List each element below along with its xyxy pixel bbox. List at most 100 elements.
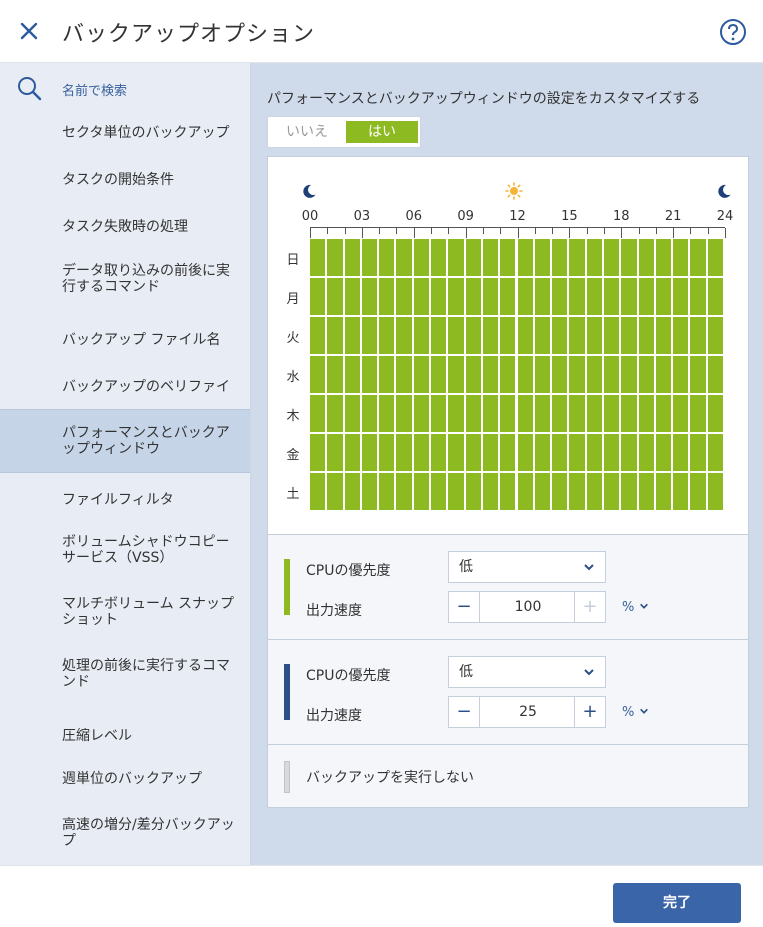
schedule-cell[interactable] — [431, 239, 447, 276]
schedule-cell[interactable] — [310, 473, 326, 510]
schedule-cell[interactable] — [552, 395, 568, 432]
schedule-cell[interactable] — [638, 239, 654, 276]
schedule-cell[interactable] — [586, 356, 602, 393]
schedule-cell[interactable] — [482, 278, 499, 315]
schedule-cell[interactable] — [500, 395, 516, 432]
search-input[interactable]: 名前で検索 — [62, 80, 127, 99]
schedule-cell[interactable] — [655, 278, 672, 315]
schedule-cell[interactable] — [534, 239, 551, 276]
schedule-cell[interactable] — [690, 239, 706, 276]
decrement-button[interactable]: − — [449, 697, 480, 727]
schedule-cell[interactable] — [361, 356, 378, 393]
schedule-cell[interactable] — [707, 473, 723, 510]
schedule-cell[interactable] — [379, 317, 395, 354]
schedule-cell[interactable] — [500, 356, 516, 393]
schedule-cell[interactable] — [361, 473, 378, 510]
cpu-priority-select[interactable]: 低 — [448, 656, 606, 688]
schedule-cell[interactable] — [638, 473, 654, 510]
schedule-cell[interactable] — [327, 278, 343, 315]
schedule-cell[interactable] — [673, 239, 689, 276]
schedule-cell[interactable] — [448, 317, 464, 354]
profile-color-bar[interactable] — [284, 664, 290, 720]
profile-color-bar[interactable] — [284, 559, 290, 615]
schedule-cell[interactable] — [517, 317, 533, 354]
schedule-cell[interactable] — [413, 473, 430, 510]
schedule-cell[interactable] — [690, 395, 706, 432]
schedule-cell[interactable] — [431, 395, 447, 432]
schedule-cell[interactable] — [569, 317, 585, 354]
schedule-cell[interactable] — [586, 434, 602, 471]
schedule-cell[interactable] — [465, 239, 481, 276]
sidebar-item[interactable]: 週単位のバックアップ — [0, 758, 250, 800]
schedule-cell[interactable] — [361, 434, 378, 471]
increment-button[interactable]: + — [574, 592, 605, 622]
schedule-cell[interactable] — [327, 395, 343, 432]
schedule-cell[interactable] — [569, 473, 585, 510]
schedule-cell[interactable] — [552, 434, 568, 471]
schedule-cell[interactable] — [396, 434, 412, 471]
schedule-cell[interactable] — [569, 434, 585, 471]
done-button[interactable]: 完了 — [613, 883, 741, 923]
schedule-cell[interactable] — [431, 278, 447, 315]
schedule-cell[interactable] — [707, 239, 723, 276]
schedule-cell[interactable] — [431, 317, 447, 354]
schedule-cell[interactable] — [621, 317, 637, 354]
sidebar-item[interactable]: タスクの開始条件 — [0, 159, 250, 201]
schedule-cell[interactable] — [534, 278, 551, 315]
schedule-cell[interactable] — [586, 239, 602, 276]
schedule-cell[interactable] — [586, 395, 602, 432]
sidebar-item[interactable]: 処理の前後に実行するコマンド — [0, 646, 250, 702]
schedule-cell[interactable] — [621, 239, 637, 276]
schedule-cell[interactable] — [603, 239, 620, 276]
schedule-cell[interactable] — [431, 434, 447, 471]
output-speed-value[interactable]: 25 — [481, 697, 575, 727]
help-icon[interactable] — [718, 17, 748, 47]
schedule-cell[interactable] — [327, 473, 343, 510]
sidebar-item[interactable]: セクタ単位のバックアップ — [0, 112, 250, 154]
schedule-cell[interactable] — [344, 356, 360, 393]
schedule-cell[interactable] — [552, 239, 568, 276]
schedule-cell[interactable] — [707, 395, 723, 432]
output-speed-value[interactable]: 100 — [481, 592, 575, 622]
schedule-cell[interactable] — [396, 278, 412, 315]
schedule-cell[interactable] — [448, 278, 464, 315]
schedule-cell[interactable] — [379, 356, 395, 393]
schedule-cell[interactable] — [310, 395, 326, 432]
sidebar-item[interactable]: バックアップ ファイル名 — [0, 319, 250, 361]
schedule-cell[interactable] — [344, 395, 360, 432]
increment-button[interactable]: + — [574, 697, 605, 727]
schedule-cell[interactable] — [465, 317, 481, 354]
schedule-cell[interactable] — [310, 317, 326, 354]
sidebar-item[interactable]: バックアップのベリファイ — [0, 366, 250, 408]
schedule-cell[interactable] — [465, 278, 481, 315]
unit-select[interactable]: % — [622, 705, 649, 720]
schedule-cell[interactable] — [707, 356, 723, 393]
schedule-cell[interactable] — [448, 239, 464, 276]
schedule-cell[interactable] — [431, 356, 447, 393]
schedule-cell[interactable] — [621, 473, 637, 510]
schedule-cell[interactable] — [361, 317, 378, 354]
schedule-cell[interactable] — [500, 317, 516, 354]
schedule-cell[interactable] — [517, 473, 533, 510]
schedule-cell[interactable] — [673, 434, 689, 471]
schedule-cell[interactable] — [673, 278, 689, 315]
schedule-cell[interactable] — [534, 434, 551, 471]
schedule-cell[interactable] — [638, 356, 654, 393]
schedule-cell[interactable] — [655, 239, 672, 276]
close-icon[interactable] — [14, 17, 44, 47]
schedule-cell[interactable] — [586, 473, 602, 510]
schedule-cell[interactable] — [396, 395, 412, 432]
schedule-cell[interactable] — [482, 473, 499, 510]
schedule-cell[interactable] — [310, 434, 326, 471]
schedule-cell[interactable] — [413, 317, 430, 354]
schedule-cell[interactable] — [638, 317, 654, 354]
schedule-cell[interactable] — [586, 317, 602, 354]
schedule-cell[interactable] — [655, 434, 672, 471]
schedule-cell[interactable] — [482, 395, 499, 432]
schedule-cell[interactable] — [310, 356, 326, 393]
sidebar-item[interactable]: ボリュームシャドウコピーサービス（VSS） — [0, 522, 250, 578]
schedule-cell[interactable] — [569, 395, 585, 432]
schedule-cell[interactable] — [552, 473, 568, 510]
schedule-cell[interactable] — [413, 278, 430, 315]
schedule-cell[interactable] — [465, 395, 481, 432]
